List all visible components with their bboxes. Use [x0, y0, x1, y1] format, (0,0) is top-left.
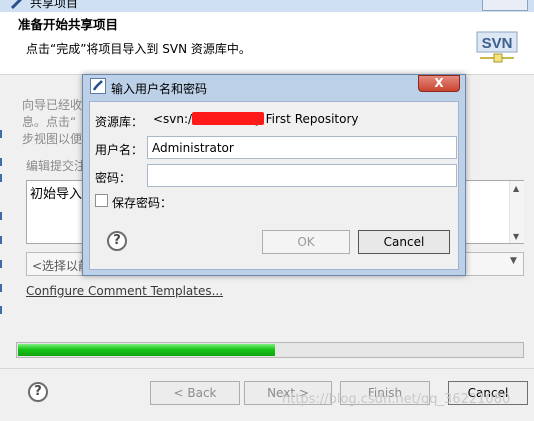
- edge-marker: [0, 212, 7, 220]
- wizard-page-description: 点击“完成”将项目导入到 SVN 资源库中。: [26, 42, 251, 56]
- watermark-text: https://blog.csdn.net/qq_36221080: [282, 392, 511, 407]
- outer-close-button[interactable]: [482, 0, 528, 11]
- progress-fill: [18, 344, 275, 356]
- wizard-description: 向导已经收 息。点击“ 步视图以便: [22, 97, 82, 148]
- edge-marker: [0, 284, 7, 292]
- svn-logo-icon: SVN: [475, 21, 519, 65]
- close-icon[interactable]: X: [418, 75, 460, 92]
- dialog-title: 输入用户名和密码: [111, 82, 208, 96]
- edge-marker: [0, 130, 7, 138]
- redaction-mark: [192, 112, 264, 125]
- save-password-label: 保存密码：: [112, 196, 173, 210]
- app-icon: [10, 0, 23, 10]
- ok-button[interactable]: OK: [262, 230, 350, 254]
- wizard-page-title: 准备开始共享项目: [18, 17, 119, 32]
- configure-templates-link[interactable]: Configure Comment Templates...: [26, 284, 223, 298]
- username-value: Administrator: [152, 141, 234, 155]
- comment-text: 初始导入: [30, 187, 83, 202]
- chevron-down-icon[interactable]: ▼: [510, 256, 517, 266]
- svn-logo-text: SVN: [482, 35, 513, 52]
- scroll-up-icon[interactable]: ▲: [513, 184, 519, 193]
- edge-marker: [0, 306, 7, 314]
- app-icon: [90, 78, 106, 94]
- username-label: 用户名：: [95, 143, 144, 157]
- edge-marker: [0, 174, 7, 182]
- outer-title-bar: 共享项目: [0, 0, 534, 12]
- comment-label: 编辑提交注: [26, 159, 87, 173]
- help-icon[interactable]: ?: [107, 231, 127, 251]
- description-line: 向导已经收: [22, 98, 83, 112]
- help-icon[interactable]: ?: [28, 382, 48, 402]
- save-password-checkbox[interactable]: [95, 194, 108, 207]
- scroll-down-icon[interactable]: ▼: [513, 232, 519, 241]
- edge-marker: [0, 260, 7, 268]
- password-label: 密码：: [95, 171, 132, 185]
- repository-label: 资源库：: [95, 115, 144, 129]
- edge-marker: [0, 236, 7, 244]
- outer-window-title: 共享项目: [30, 0, 79, 10]
- progress-bar: [16, 342, 524, 358]
- back-button[interactable]: < Back: [150, 381, 240, 405]
- description-line: 步视图以便: [22, 132, 83, 146]
- password-input[interactable]: [147, 164, 457, 187]
- button-bar-separator: [0, 368, 534, 369]
- description-line: 息。点击“: [22, 115, 77, 129]
- edge-marker: [0, 158, 7, 166]
- comment-scrollbar[interactable]: ▲ ▼: [509, 181, 524, 243]
- cancel-button[interactable]: Cancel: [358, 230, 450, 254]
